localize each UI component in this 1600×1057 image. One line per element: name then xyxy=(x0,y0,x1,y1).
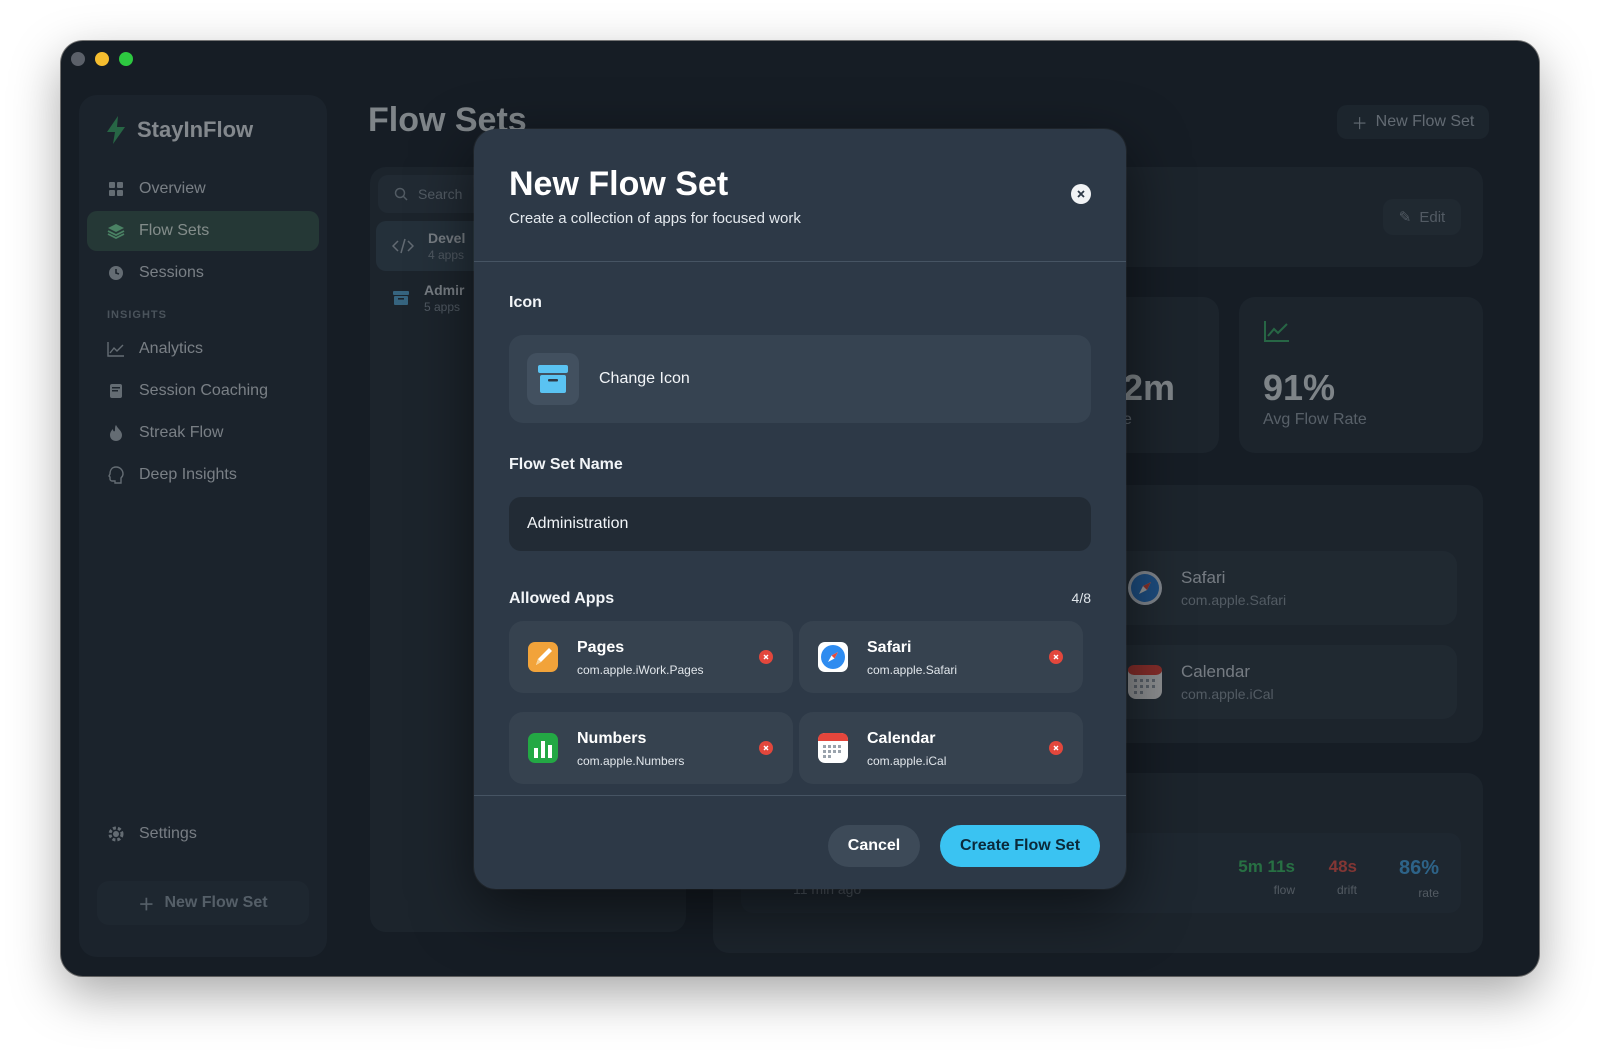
minimize-window-button[interactable] xyxy=(95,52,109,66)
window-controls xyxy=(71,52,133,66)
numbers-icon xyxy=(528,733,558,763)
change-icon-label: Change Icon xyxy=(599,370,690,387)
allowed-app-card: Calendar com.apple.iCal xyxy=(799,712,1083,784)
remove-app-button[interactable] xyxy=(1049,741,1063,755)
dialog-title: New Flow Set xyxy=(509,165,729,203)
app-name: Safari xyxy=(867,639,912,656)
remove-app-button[interactable] xyxy=(1049,650,1063,664)
new-flow-set-dialog: New Flow Set Create a collection of apps… xyxy=(474,129,1126,889)
allowed-app-card: Safari com.apple.Safari xyxy=(799,621,1083,693)
divider xyxy=(474,261,1126,262)
apps-count: 4/8 xyxy=(1071,590,1091,606)
close-window-button[interactable] xyxy=(71,52,85,66)
close-dialog-button[interactable] xyxy=(1071,184,1091,204)
calendar-icon xyxy=(818,733,848,763)
close-icon xyxy=(1077,190,1085,198)
remove-app-button[interactable] xyxy=(759,650,773,664)
apps-section-label: Allowed Apps xyxy=(509,590,615,607)
allowed-app-card: Pages com.apple.iWork.Pages xyxy=(509,621,793,693)
cancel-button[interactable]: Cancel xyxy=(828,825,920,867)
app-bundle: com.apple.iCal xyxy=(867,754,947,768)
close-icon xyxy=(1053,745,1059,751)
app-bundle: com.apple.iWork.Pages xyxy=(577,663,704,677)
maximize-window-button[interactable] xyxy=(119,52,133,66)
dialog-subtitle: Create a collection of apps for focused … xyxy=(509,210,801,227)
create-flow-set-button[interactable]: Create Flow Set xyxy=(940,825,1100,867)
close-icon xyxy=(763,654,769,660)
name-section-label: Flow Set Name xyxy=(509,456,623,473)
close-icon xyxy=(763,745,769,751)
flow-set-name-input[interactable] xyxy=(509,497,1091,551)
selected-icon-tile xyxy=(527,353,579,405)
app-name: Calendar xyxy=(867,730,936,747)
pages-icon xyxy=(528,642,558,672)
change-icon-button[interactable]: Change Icon xyxy=(509,335,1091,423)
app-bundle: com.apple.Safari xyxy=(867,663,958,677)
allowed-app-card: Numbers com.apple.Numbers xyxy=(509,712,793,784)
app-name: Numbers xyxy=(577,730,647,747)
close-icon xyxy=(1053,654,1059,660)
archive-icon xyxy=(538,365,568,393)
remove-app-button[interactable] xyxy=(759,741,773,755)
icon-section-label: Icon xyxy=(509,294,542,311)
app-name: Pages xyxy=(577,639,625,656)
safari-icon xyxy=(818,642,848,672)
divider xyxy=(474,795,1126,796)
app-bundle: com.apple.Numbers xyxy=(577,754,685,768)
